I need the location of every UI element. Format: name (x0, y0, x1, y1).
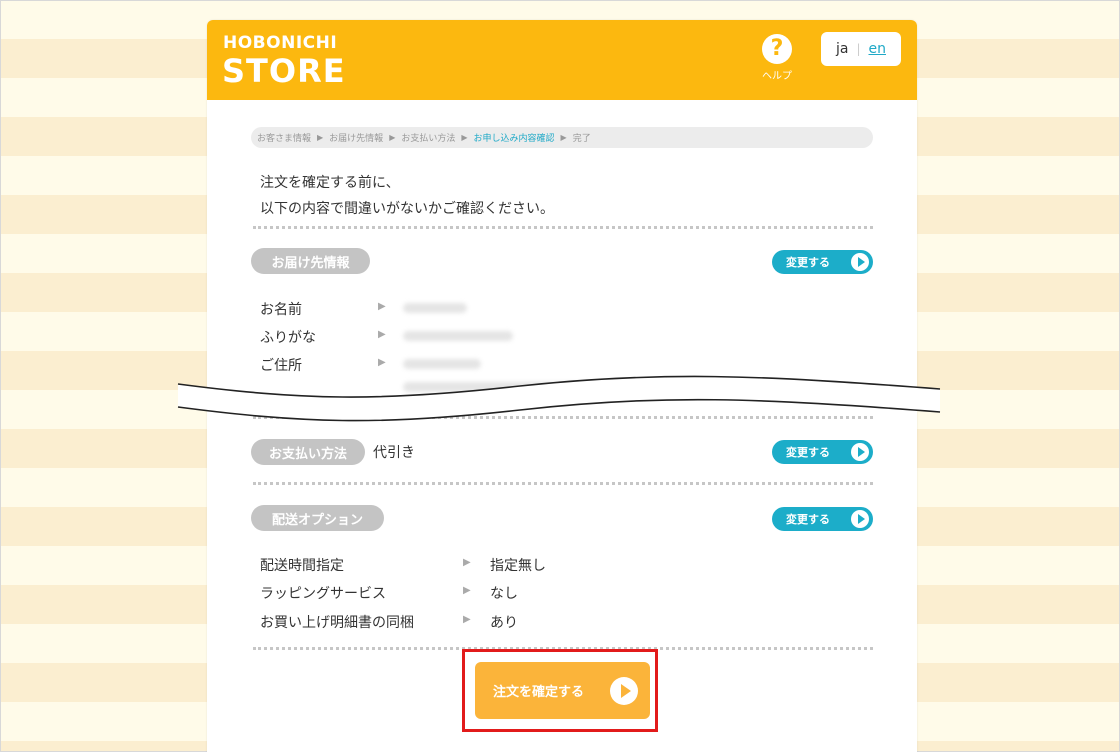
page-break-wave (177, 375, 941, 422)
highlight-box (462, 649, 658, 732)
